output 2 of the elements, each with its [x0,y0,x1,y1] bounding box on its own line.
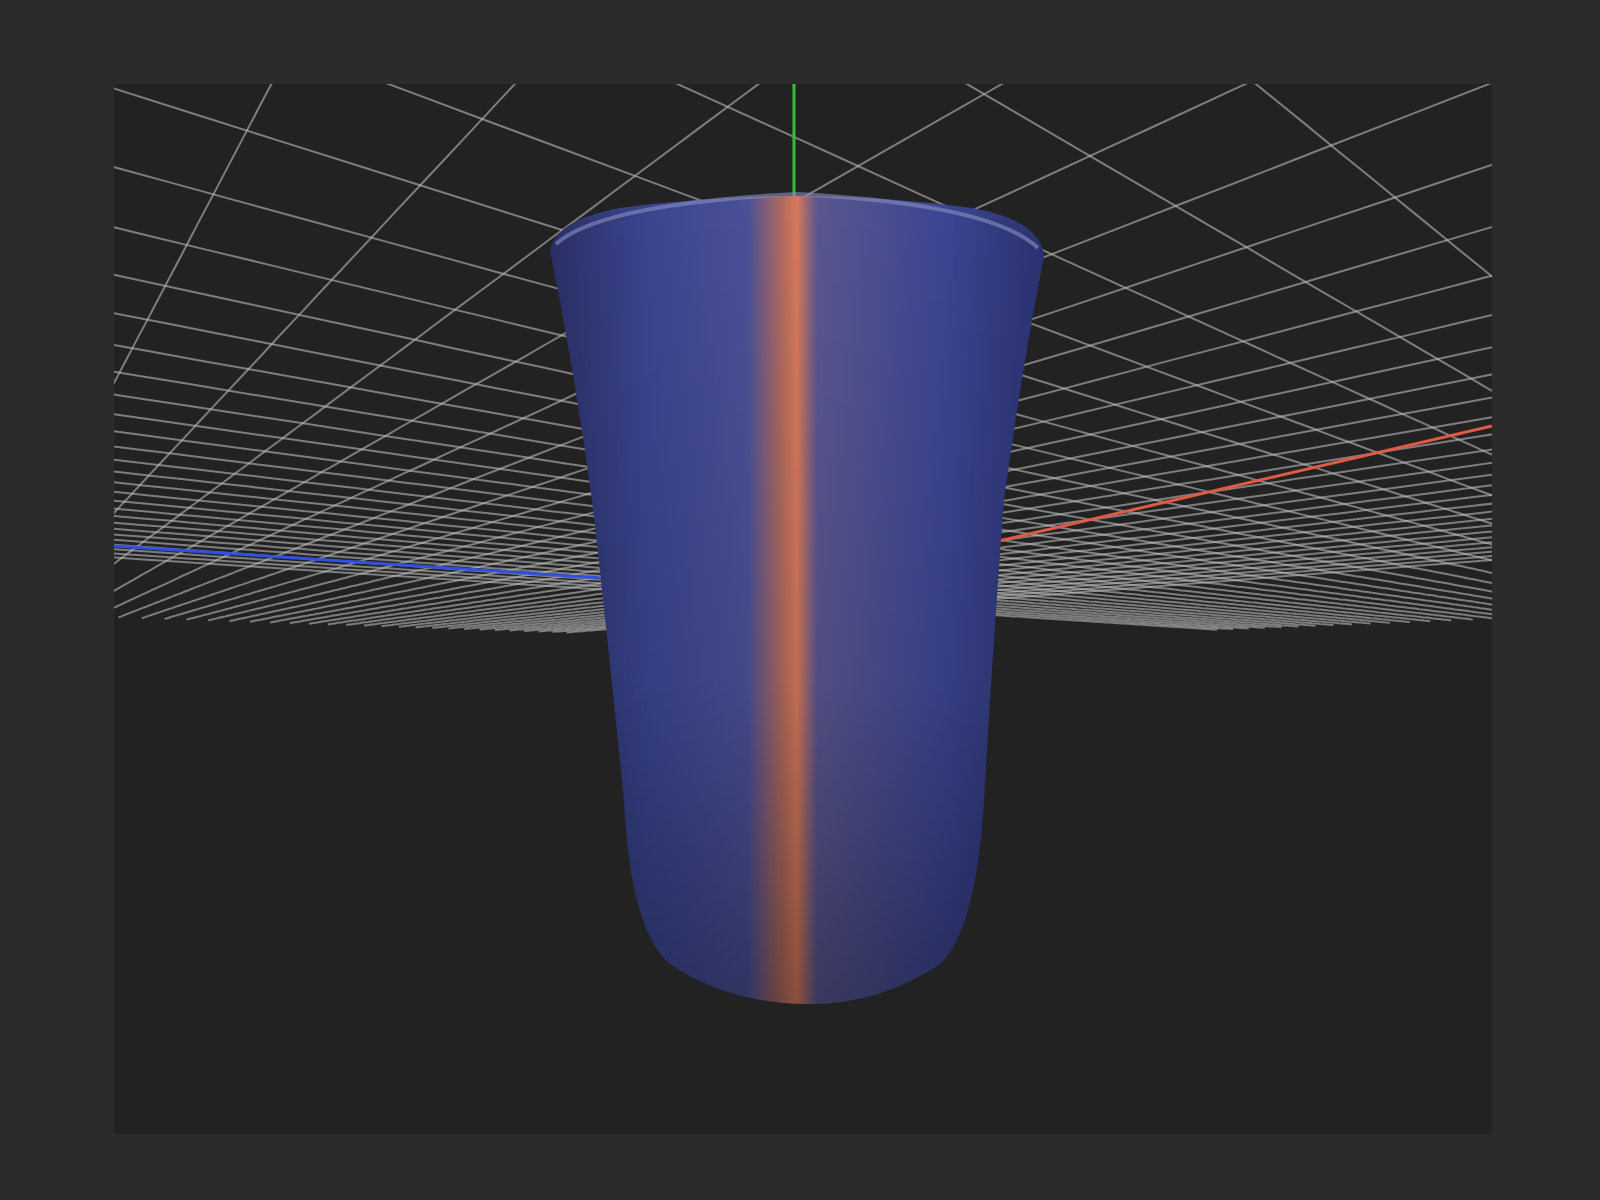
3d-viewport[interactable] [113,84,1491,1134]
cup-model-drawing[interactable] [549,192,1043,1004]
